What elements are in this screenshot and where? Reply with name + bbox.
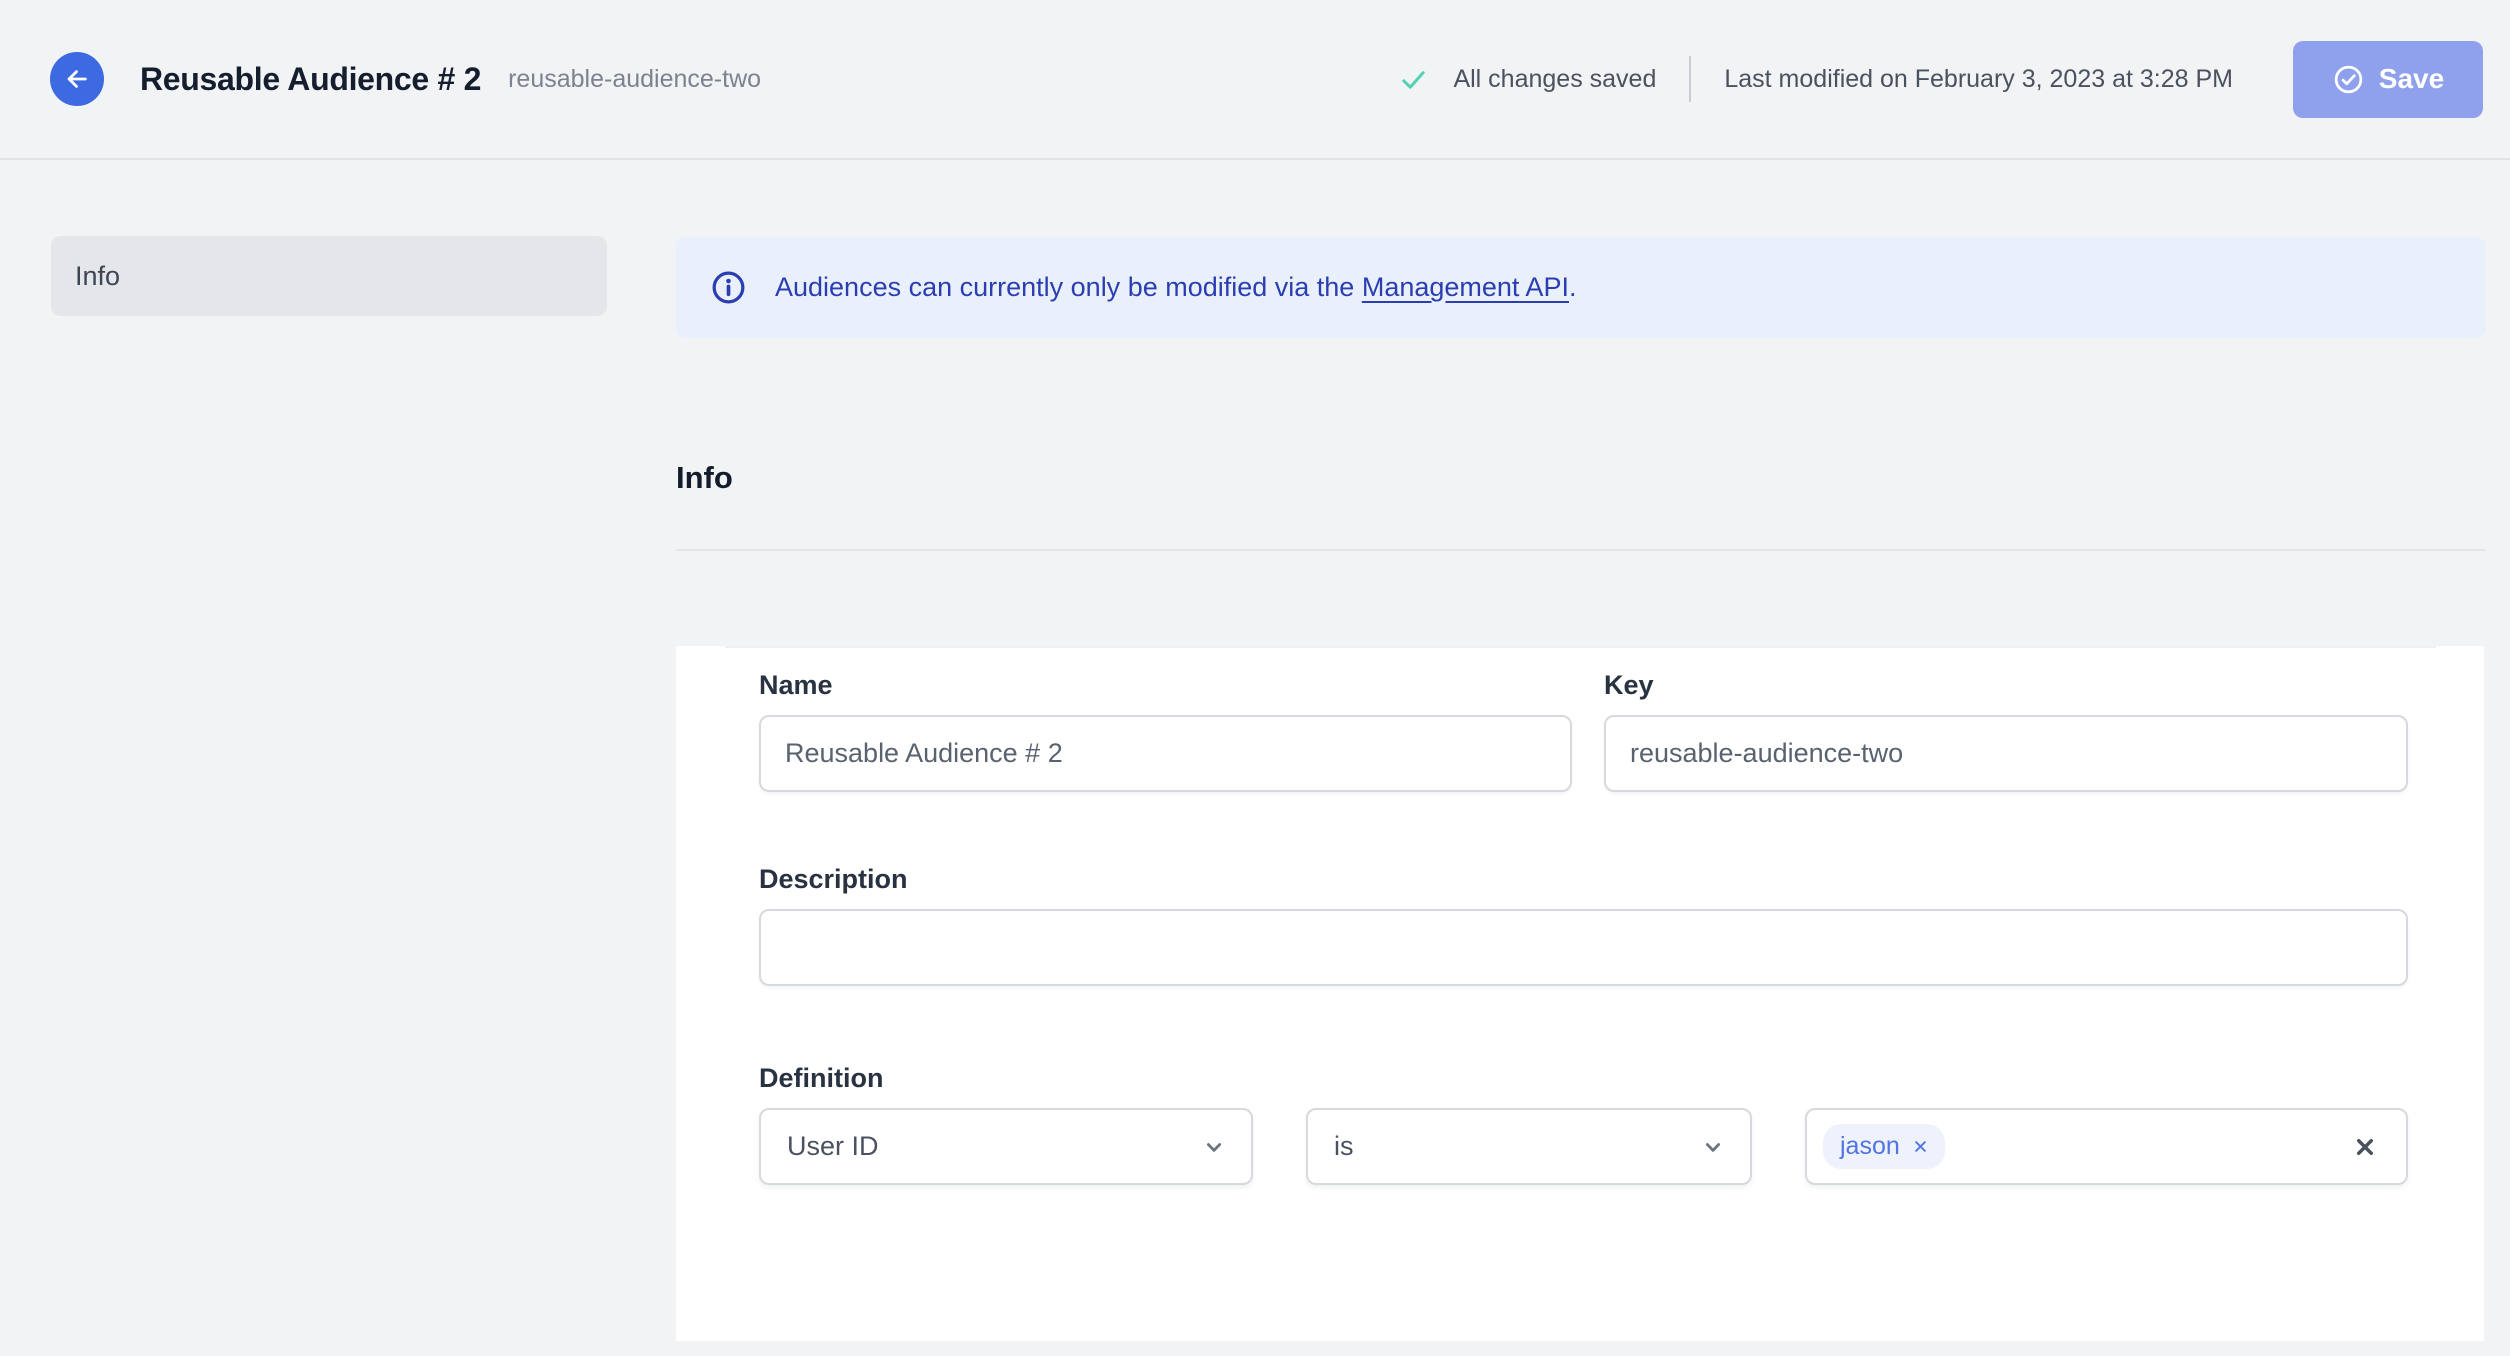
value-tag: jason	[1823, 1124, 1945, 1169]
sidebar-item-info[interactable]: Info	[51, 236, 607, 316]
name-label: Name	[759, 670, 833, 700]
name-key-row: Name Key	[759, 670, 2408, 792]
key-label: Key	[1604, 670, 1654, 700]
save-button[interactable]: Save	[2293, 40, 2483, 118]
page-title: Reusable Audience # 2	[140, 60, 482, 97]
last-modified-label: Last modified on February 3, 2023 at 3:2…	[1724, 64, 2233, 93]
trait-select-value: User ID	[787, 1131, 879, 1161]
banner-text-after: .	[1568, 272, 1577, 302]
name-input[interactable]	[759, 715, 1572, 792]
key-input[interactable]	[1604, 715, 2408, 792]
description-field: Description	[759, 864, 2408, 991]
banner-text-before: Audiences can currently only be modified…	[775, 272, 1362, 302]
operator-select[interactable]: is	[1306, 1108, 1752, 1185]
info-card: Name Key Description Definition	[676, 646, 2484, 1341]
section-divider	[676, 549, 2486, 551]
sidebar-item-label: Info	[75, 260, 121, 291]
description-input[interactable]	[759, 909, 2408, 986]
arrow-left-icon	[67, 70, 87, 88]
chevron-down-icon	[1207, 1142, 1221, 1152]
chevron-down-icon	[1706, 1142, 1720, 1152]
circle-check-icon	[2334, 65, 2363, 93]
card-divider	[725, 646, 2436, 648]
info-icon	[712, 271, 745, 304]
save-button-label: Save	[2378, 63, 2445, 94]
sidebar: Info	[51, 236, 607, 316]
definition-field: Definition User ID is jason	[759, 1063, 2408, 1185]
content: Audiences can currently only be modified…	[676, 237, 2486, 1341]
key-field: Key	[1604, 670, 2408, 792]
header-divider	[1689, 56, 1692, 102]
save-status-label: All changes saved	[1453, 64, 1657, 93]
management-api-link[interactable]: Management API	[1362, 272, 1569, 302]
definition-values-input[interactable]: jason	[1805, 1108, 2408, 1185]
remove-value-icon[interactable]	[1910, 1136, 1931, 1157]
description-label: Description	[759, 864, 908, 894]
clear-values-icon[interactable]	[2350, 1132, 2380, 1162]
definition-label: Definition	[759, 1063, 884, 1093]
page-subtitle: reusable-audience-two	[508, 64, 762, 93]
name-field: Name	[759, 670, 1572, 792]
header: Reusable Audience # 2 reusable-audience-…	[0, 0, 2510, 160]
save-status: All changes saved	[1398, 64, 1656, 95]
operator-select-value: is	[1334, 1131, 1354, 1161]
main: Info Audiences can currently only be mod…	[0, 160, 2510, 1341]
audience-editor-page: Reusable Audience # 2 reusable-audience-…	[0, 0, 2510, 1356]
definition-row: User ID is jason	[759, 1108, 2408, 1185]
trait-select[interactable]: User ID	[759, 1108, 1253, 1185]
section-title: Info	[676, 460, 733, 495]
back-button[interactable]	[50, 52, 104, 106]
banner-text: Audiences can currently only be modified…	[775, 272, 1576, 303]
info-banner: Audiences can currently only be modified…	[676, 237, 2486, 338]
check-icon	[1402, 70, 1426, 89]
value-tag-label: jason	[1840, 1132, 1900, 1160]
audience-form: Name Key Description Definition	[676, 670, 2484, 1185]
